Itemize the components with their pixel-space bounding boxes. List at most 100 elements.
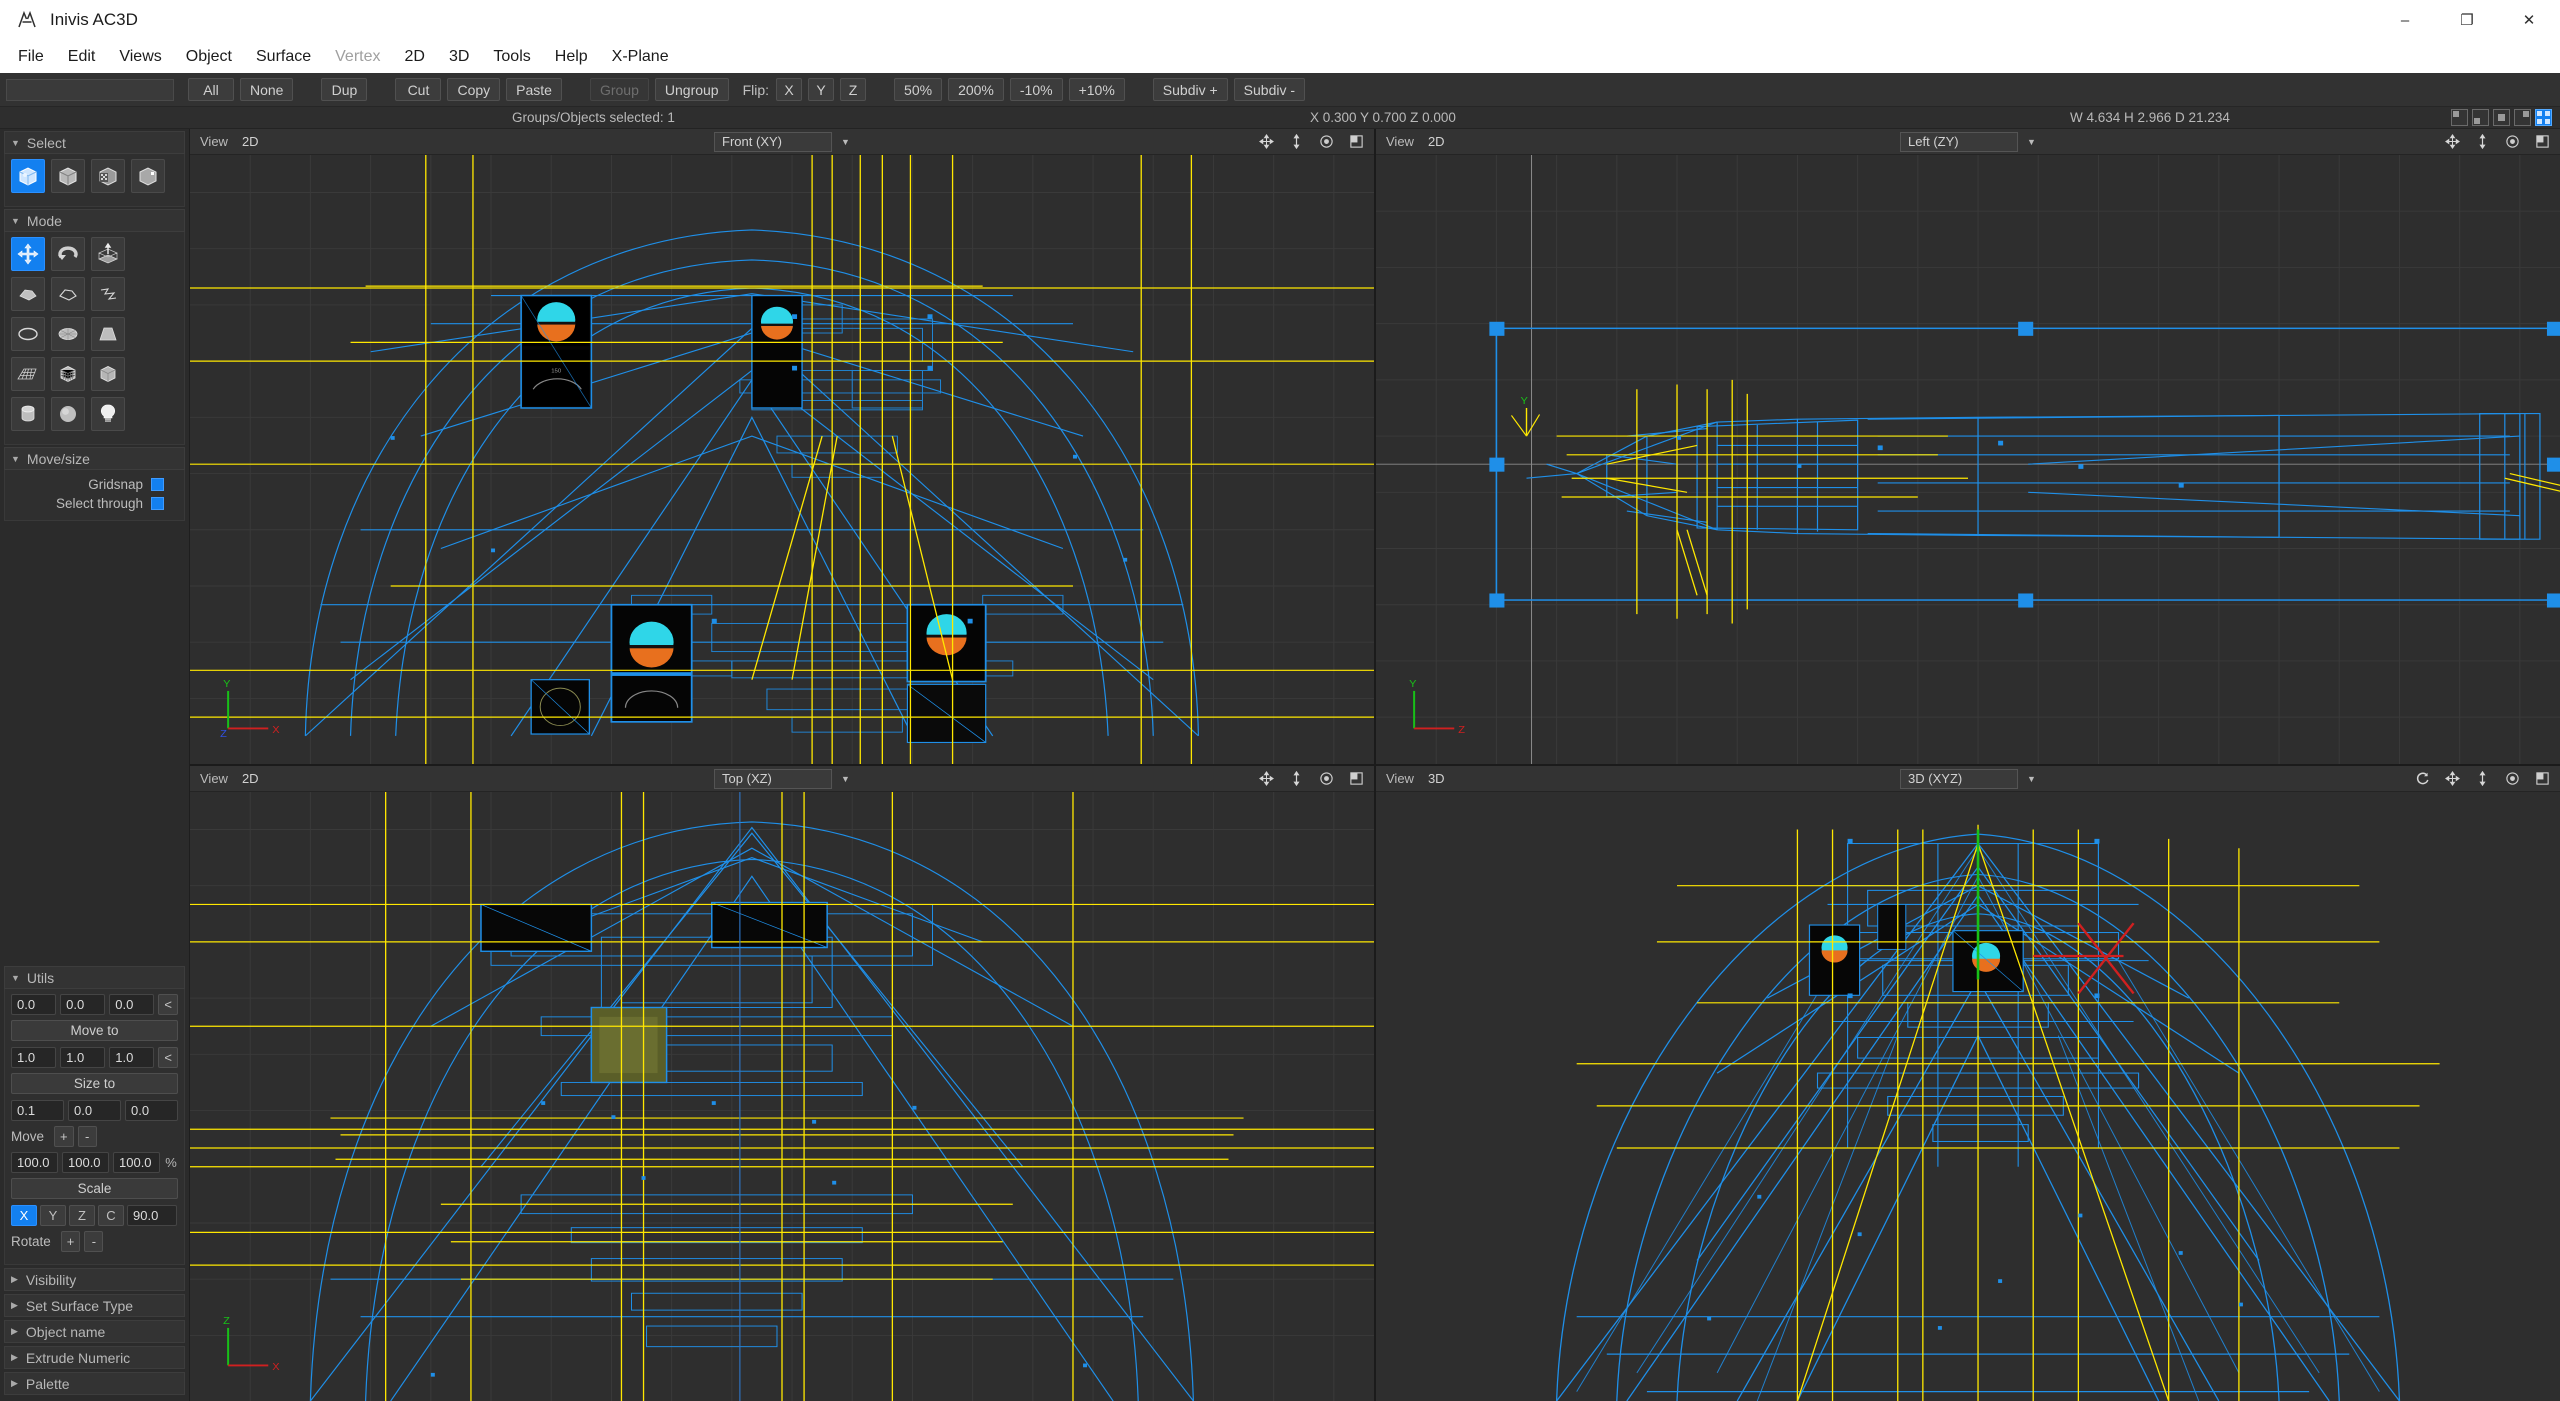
toolbar-filename-field[interactable] [6,78,174,101]
menu-surface[interactable]: Surface [244,44,323,70]
ungroup-button[interactable]: Ungroup [654,78,729,101]
zoom-fit-icon[interactable] [2474,134,2490,150]
close-button[interactable]: ✕ [2498,0,2560,40]
zoom-fit-icon[interactable] [1288,134,1304,150]
maximize-button[interactable]: ❐ [2436,0,2498,40]
panel-visibility[interactable]: ▶ Visibility [4,1268,185,1291]
scale-tool-icon[interactable] [91,237,125,271]
viewport-3d[interactable]: View 3D 3D (XYZ) ▼ [1376,766,2560,1401]
sizeto-y-input[interactable]: 1.0 [60,1047,106,1068]
minimize-button[interactable]: – [2374,0,2436,40]
viewport-top-mode[interactable]: 2D [242,771,259,786]
panel-select-header[interactable]: ▼ Select [4,131,185,154]
light-primitive-icon[interactable] [91,397,125,431]
menu-2d[interactable]: 2D [393,44,437,70]
flip-y-button[interactable]: Y [808,78,835,101]
copy-button[interactable]: Copy [447,78,501,101]
menu-xplane[interactable]: X-Plane [600,44,681,70]
size-to-button[interactable]: Size to [11,1073,178,1094]
rotate-minus-button[interactable]: - [84,1231,104,1252]
maximize-icon[interactable] [2534,134,2550,150]
pan-icon[interactable] [1258,771,1274,787]
menu-object[interactable]: Object [174,44,244,70]
viewport-front[interactable]: View 2D Front (XY) ▼ 150 Y X Z [190,129,1374,764]
paste-button[interactable]: Paste [506,78,562,101]
menu-3d[interactable]: 3D [437,44,481,70]
viewport-left-mode[interactable]: 2D [1428,134,1445,149]
panel-palette[interactable]: ▶ Palette [4,1372,185,1395]
viewport-left-canvas[interactable]: Y Y Z [1376,155,2560,764]
subdiv-plus-button[interactable]: Subdiv + [1152,78,1228,101]
rotate-tool-icon[interactable] [51,237,85,271]
extrude-tool-icon[interactable] [11,277,45,311]
layout-quad[interactable] [2535,109,2552,126]
move-plus-button[interactable]: + [54,1126,74,1147]
zoom-fit-icon[interactable] [1288,771,1304,787]
viewport-front-canvas[interactable]: 150 Y X Z [190,155,1374,764]
scale-y-input[interactable]: 100.0 [62,1152,109,1173]
disc-primitive-icon[interactable] [51,317,85,351]
eye-icon[interactable] [1318,771,1334,787]
move-to-button[interactable]: Move to [11,1020,178,1041]
zoom-minus-10-button[interactable]: -10% [1009,78,1063,101]
rotate-plus-button[interactable]: + [60,1231,81,1252]
panel-utils-header[interactable]: ▼ Utils [4,966,185,989]
sizeto-x-input[interactable]: 1.0 [11,1047,57,1068]
eye-icon[interactable] [1318,134,1334,150]
zoom-50-button[interactable]: 50% [894,78,943,101]
subdiv-minus-button[interactable]: Subdiv - [1233,78,1306,101]
move-step-z-input[interactable]: 0.0 [125,1100,178,1121]
ellipse-primitive-icon[interactable] [11,317,45,351]
layout-single-center[interactable] [2493,109,2510,126]
viewport-top-projection-combo[interactable]: Top (XZ) ▼ [714,768,850,789]
panel-set-surface-type[interactable]: ▶ Set Surface Type [4,1294,185,1317]
duplicate-button[interactable]: Dup [321,78,368,101]
pan-icon[interactable] [2444,771,2460,787]
rotate-angle-input[interactable]: 90.0 [127,1205,177,1226]
flip-x-button[interactable]: X [776,78,803,101]
scale-z-input[interactable]: 100.0 [113,1152,160,1173]
refresh-icon[interactable] [2414,771,2430,787]
layout-single-bottomleft[interactable] [2472,109,2489,126]
pan-icon[interactable] [2444,134,2460,150]
sizeto-pick-button[interactable]: < [158,1047,179,1068]
viewport-front-projection-combo[interactable]: Front (XY) ▼ [714,131,850,152]
panel-movesize-header[interactable]: ▼ Move/size [4,447,185,470]
box-primitive-icon[interactable] [91,357,125,391]
move-step-x-input[interactable]: 0.1 [11,1100,64,1121]
sizeto-z-input[interactable]: 1.0 [109,1047,155,1068]
viewport-3d-mode[interactable]: 3D [1428,771,1445,786]
select-none-button[interactable]: None [240,78,294,101]
moveto-pick-button[interactable]: < [158,994,179,1015]
panel-object-name[interactable]: ▶ Object name [4,1320,185,1343]
move-minus-button[interactable]: - [77,1126,97,1147]
select-vertex-icon[interactable] [131,159,165,193]
menu-tools[interactable]: Tools [481,44,542,70]
select-surface-icon[interactable] [91,159,125,193]
cone-primitive-icon[interactable] [91,317,125,351]
maximize-icon[interactable] [1348,771,1364,787]
viewport-left[interactable]: View 2D Left (ZY) ▼ Y Y Z [1376,129,2560,764]
move-tool-icon[interactable] [11,237,45,271]
polygon-outline-icon[interactable] [51,277,85,311]
select-object-icon[interactable] [11,159,45,193]
scale-button[interactable]: Scale [11,1178,178,1199]
moveto-y-input[interactable]: 0.0 [60,994,106,1015]
eye-icon[interactable] [2504,771,2520,787]
zoom-200-button[interactable]: 200% [948,78,1004,101]
polyline-icon[interactable] [91,277,125,311]
zoom-plus-10-button[interactable]: +10% [1068,78,1125,101]
viewport-left-projection-combo[interactable]: Left (ZY) ▼ [1900,131,2036,152]
maximize-icon[interactable] [2534,771,2550,787]
viewport-top-canvas[interactable]: Z X [190,792,1374,1401]
viewport-front-mode[interactable]: 2D [242,134,259,149]
rotate-axis-c-button[interactable]: C [98,1205,124,1226]
cylinder-primitive-icon[interactable] [11,397,45,431]
viewport-3d-projection-combo[interactable]: 3D (XYZ) ▼ [1900,768,2036,789]
maximize-icon[interactable] [1348,134,1364,150]
moveto-z-input[interactable]: 0.0 [109,994,155,1015]
sphere-primitive-icon[interactable] [51,397,85,431]
rotate-axis-x-button[interactable]: X [11,1205,37,1226]
zoom-fit-icon[interactable] [2474,771,2490,787]
scale-x-input[interactable]: 100.0 [11,1152,58,1173]
